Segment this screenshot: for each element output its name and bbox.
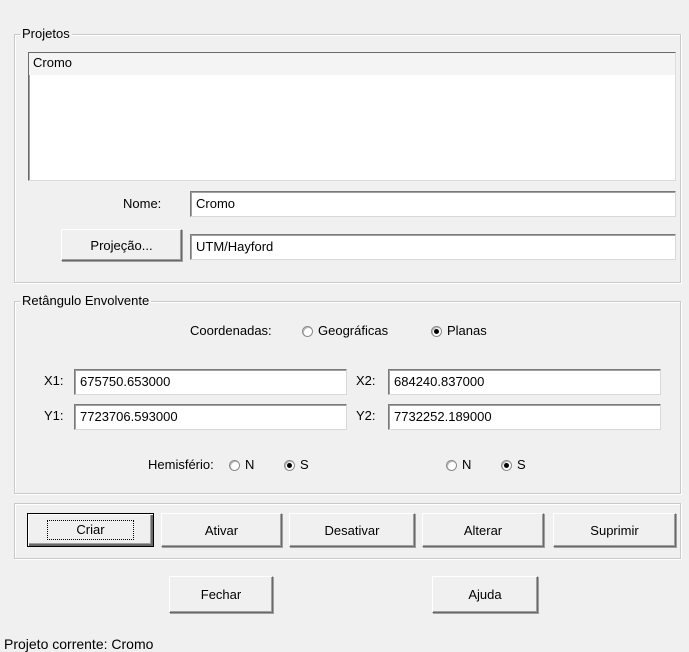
y1-field[interactable]: 7723706.593000 [74, 404, 347, 430]
hemi2-n-label[interactable]: N [462, 457, 471, 473]
projecao-field[interactable]: UTM/Hayford [190, 234, 676, 260]
x1-field[interactable]: 675750.653000 [74, 369, 347, 395]
retangulo-legend: Retângulo Envolvente [20, 293, 152, 309]
y2-label: Y2: [356, 408, 376, 423]
status-text: Projeto corrente: Cromo [4, 636, 154, 652]
hemi1-s-radio[interactable] [284, 460, 295, 471]
ajuda-button[interactable]: Ajuda [432, 576, 538, 613]
coordenadas-label: Coordenadas: [190, 323, 272, 338]
hemi2-s-label[interactable]: S [517, 457, 526, 473]
criar-button-label: Criar [47, 520, 134, 540]
x2-field[interactable]: 684240.837000 [388, 369, 661, 395]
x1-label: X1: [44, 373, 64, 388]
criar-button[interactable]: Criar [27, 513, 154, 547]
hemi1-s-label[interactable]: S [300, 457, 309, 473]
fechar-button[interactable]: Fechar [169, 576, 273, 613]
hemi2-n-radio[interactable] [446, 460, 457, 471]
projetos-legend: Projetos [20, 26, 72, 42]
hemi1-n-label[interactable]: N [245, 457, 254, 473]
nome-label: Nome: [123, 196, 162, 211]
x2-label: X2: [356, 373, 376, 388]
projetos-listbox[interactable]: Cromo [28, 52, 676, 181]
ativar-button[interactable]: Ativar [161, 513, 282, 547]
list-item[interactable]: Cromo [29, 53, 675, 75]
planas-label[interactable]: Planas [447, 323, 487, 339]
alterar-button[interactable]: Alterar [422, 513, 544, 547]
projecao-button[interactable]: Projeção... [61, 229, 182, 261]
geograficas-label[interactable]: Geográficas [318, 323, 388, 339]
hemi2-s-radio[interactable] [501, 460, 512, 471]
y2-field[interactable]: 7732252.189000 [388, 404, 661, 430]
suprimir-button[interactable]: Suprimir [553, 513, 676, 547]
nome-field[interactable]: Cromo [190, 191, 676, 217]
planas-radio[interactable] [431, 326, 442, 337]
hemisferio-label: Hemisfério: [148, 457, 214, 472]
y1-label: Y1: [44, 408, 64, 423]
hemi1-n-radio[interactable] [229, 460, 240, 471]
geograficas-radio[interactable] [302, 326, 313, 337]
desativar-button[interactable]: Desativar [289, 513, 415, 547]
